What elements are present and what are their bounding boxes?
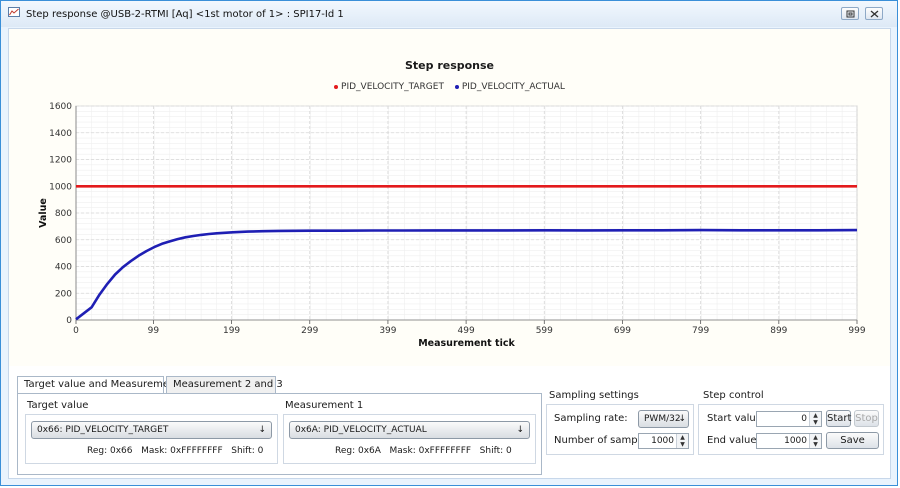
dropdown-arrow-icon: ↓ <box>258 425 266 435</box>
step-control-title: Step control <box>703 390 764 401</box>
start-button[interactable]: Start <box>826 410 851 427</box>
dropdown-arrow-icon: ↓ <box>678 414 686 424</box>
y-axis-label: Value <box>38 198 49 228</box>
step-control-group: Start value: 0 ▲ ▼ Start Stop End value: … <box>698 404 884 455</box>
spin-arrows-icon[interactable]: ▲ ▼ <box>809 434 821 448</box>
x-tick-label: 699 <box>614 326 631 336</box>
step-response-chart: 0 200 400 600 800 1000 1200 1400 1600 0 99 199 299 39… <box>38 102 866 349</box>
measurement-1-group: 0x6A: PID_VELOCITY_ACTUAL ↓ Reg: 0x6A Ma… <box>283 414 536 464</box>
y-tick-label: 1200 <box>49 156 72 166</box>
x-tick-label: 499 <box>458 326 475 336</box>
close-icon <box>870 10 879 18</box>
restore-button[interactable] <box>841 7 859 20</box>
x-tick-label: 999 <box>848 326 865 336</box>
spin-arrows-icon[interactable]: ▲ ▼ <box>809 412 821 426</box>
y-tick-label: 1400 <box>49 129 72 139</box>
close-button[interactable] <box>865 7 883 20</box>
x-tick-label: 199 <box>223 326 240 336</box>
y-tick-label: 400 <box>55 263 72 273</box>
target-shift: Shift: 0 <box>231 446 264 456</box>
measurement-1-select-value: 0x6A: PID_VELOCITY_ACTUAL <box>295 425 427 435</box>
target-value-group: 0x66: PID_VELOCITY_TARGET ↓ Reg: 0x66 Ma… <box>25 414 278 464</box>
target-mask: Mask: 0xFFFFFFFF <box>141 446 223 456</box>
x-tick-label: 899 <box>770 326 787 336</box>
sampling-rate-label: Sampling rate: <box>554 413 628 424</box>
x-tick-label: 599 <box>536 326 553 336</box>
y-tick-label: 1000 <box>49 182 72 192</box>
sampling-settings-group: Sampling rate: PWM/32 ↓ Number of sample… <box>546 404 694 455</box>
tab-target-measurement-0[interactable]: Target value and Measurement 0 <box>17 376 189 394</box>
samples-value: 1000 <box>651 436 674 446</box>
x-axis-label: Measurement tick <box>418 338 515 349</box>
chart-panel: Step response PID_VELOCITY_TARGET PID_VE… <box>9 29 890 366</box>
samples-spinbox[interactable]: 1000 ▲ ▼ <box>638 433 689 449</box>
target-register-select[interactable]: 0x66: PID_VELOCITY_TARGET ↓ <box>31 421 272 439</box>
end-value-label: End value: <box>707 435 760 446</box>
y-tick-label: 200 <box>55 289 72 299</box>
restore-icon <box>846 10 855 18</box>
sampling-rate-select[interactable]: PWM/32 ↓ <box>638 410 689 428</box>
tab-measurement-2-3[interactable]: Measurement 2 and 3 <box>166 376 283 393</box>
y-tick-label: 600 <box>55 236 72 246</box>
chart-app-icon <box>8 7 20 17</box>
start-value-spinbox[interactable]: 0 ▲ ▼ <box>756 411 822 427</box>
measurement-1-mask: Mask: 0xFFFFFFFF <box>389 446 472 456</box>
sampling-rate-value: PWM/32 <box>644 414 681 424</box>
measurement-1-reg: Reg: 0x6A <box>335 446 381 456</box>
measurement-1-title: Measurement 1 <box>285 400 364 411</box>
window-title: Step response @USB-2-RTMI [Aq] <1st moto… <box>26 9 344 20</box>
end-value: 1000 <box>784 436 807 446</box>
y-tick-label: 0 <box>66 316 72 326</box>
measurement-1-shift: Shift: 0 <box>479 446 512 456</box>
measurement-1-select[interactable]: 0x6A: PID_VELOCITY_ACTUAL ↓ <box>289 421 530 439</box>
client-area: Step response PID_VELOCITY_TARGET PID_VE… <box>8 28 891 479</box>
x-tick-label: 399 <box>379 326 396 336</box>
target-reg: Reg: 0x66 <box>87 446 133 456</box>
end-value-spinbox[interactable]: 1000 ▲ ▼ <box>756 433 822 449</box>
start-value: 0 <box>801 414 807 424</box>
y-tick-label: 800 <box>55 209 72 219</box>
target-value-title: Target value <box>27 400 89 411</box>
x-tick-label: 299 <box>301 326 318 336</box>
tab-pane: Target value 0x66: PID_VELOCITY_TARGET ↓… <box>17 393 542 475</box>
spin-arrows-icon[interactable]: ▲ ▼ <box>676 434 688 448</box>
x-tick-label: 799 <box>692 326 709 336</box>
dropdown-arrow-icon: ↓ <box>516 425 524 435</box>
stop-button[interactable]: Stop <box>854 410 879 427</box>
x-tick-label: 99 <box>148 326 160 336</box>
title-bar[interactable]: Step response @USB-2-RTMI [Aq] <1st moto… <box>1 1 897 27</box>
target-select-value: 0x66: PID_VELOCITY_TARGET <box>37 425 169 435</box>
y-tick-label: 1600 <box>49 102 72 112</box>
x-tick-label: 0 <box>73 326 79 336</box>
measurement-1-reg-info: Reg: 0x6A Mask: 0xFFFFFFFF Shift: 0 <box>335 446 512 456</box>
target-reg-info: Reg: 0x66 Mask: 0xFFFFFFFF Shift: 0 <box>87 446 263 456</box>
sampling-settings-title: Sampling settings <box>549 390 639 401</box>
app-window: Step response @USB-2-RTMI [Aq] <1st moto… <box>0 0 898 486</box>
save-button[interactable]: Save <box>826 432 879 449</box>
